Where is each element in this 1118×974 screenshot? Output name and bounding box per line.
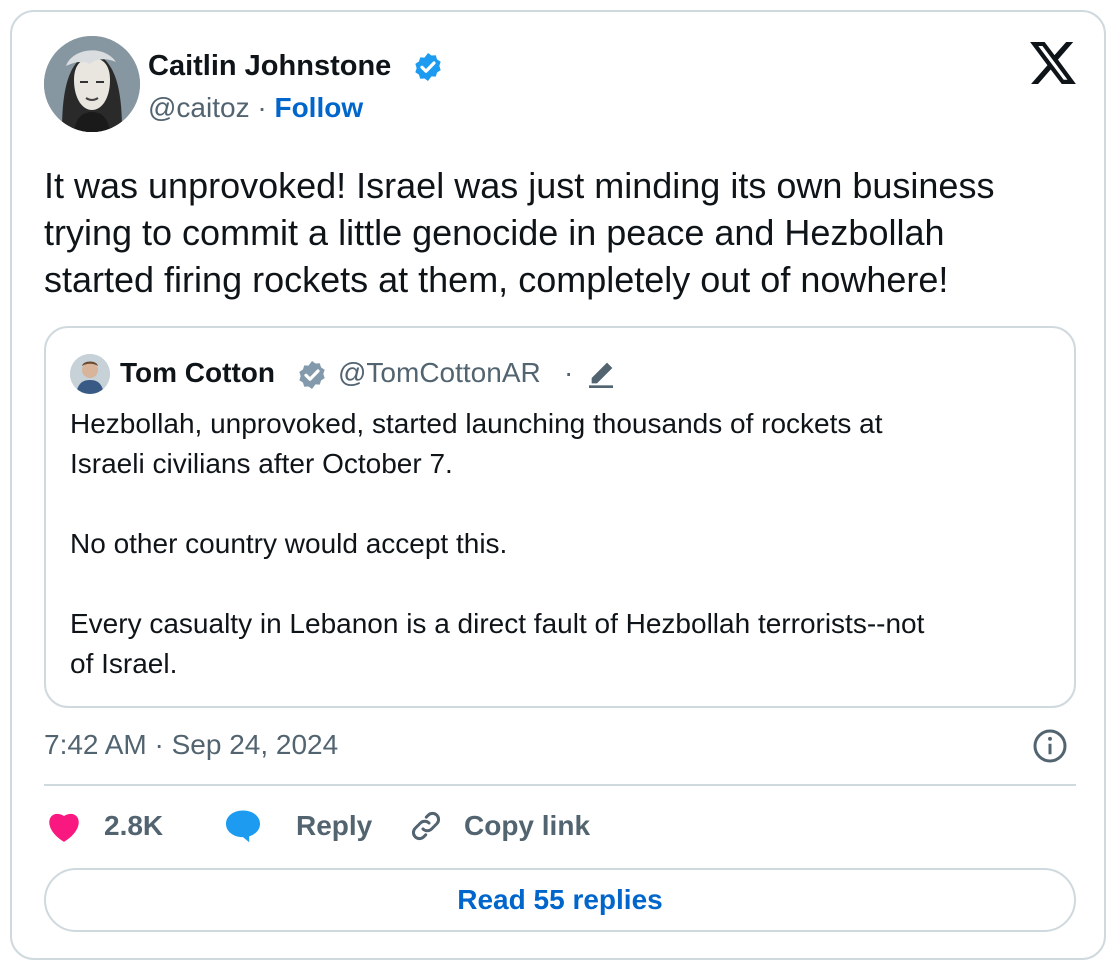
quoted-author-avatar[interactable] (70, 354, 110, 394)
copy-link-label: Copy link (464, 810, 591, 841)
info-icon[interactable] (1032, 728, 1068, 764)
follow-button[interactable]: Follow (274, 92, 363, 123)
quoted-author-name[interactable]: Tom Cotton (120, 354, 275, 392)
timestamp[interactable]: 7:42 AM · Sep 24, 2024 (44, 726, 338, 764)
handle-separator: · (249, 92, 275, 123)
quoted-separator: · (564, 357, 574, 388)
link-icon (412, 812, 440, 840)
copy-link-button[interactable]: Copy link (408, 806, 590, 846)
quoted-author-handle[interactable]: @TomCottonAR (338, 354, 541, 392)
like-count: 2.8K (104, 810, 164, 841)
like-button[interactable]: 2.8K (46, 806, 163, 846)
tweet-text: It was unprovoked! Israel was just mindi… (44, 165, 995, 300)
reply-button[interactable]: Reply (224, 806, 372, 846)
quoted-tweet[interactable]: Tom Cotton @TomCottonAR · Hezbollah, unp… (44, 326, 1076, 708)
tweet-card: Caitlin Johnstone @caitoz · Follow It wa… (10, 10, 1106, 960)
author-handle[interactable]: @caitoz (148, 92, 250, 123)
verified-badge-icon (415, 53, 441, 81)
reply-label: Reply (296, 810, 373, 841)
quoted-tweet-text: Hezbollah, unprovoked, started launching… (70, 408, 925, 679)
read-replies-button[interactable]: Read 55 replies (44, 868, 1076, 932)
x-logo-icon[interactable] (1030, 42, 1076, 84)
handle-row: @caitoz · Follow (148, 90, 363, 126)
edit-icon (589, 362, 613, 388)
author-name[interactable]: Caitlin Johnstone (148, 46, 391, 86)
reply-bubble-icon (226, 810, 260, 843)
author-avatar[interactable] (44, 36, 140, 132)
divider (44, 784, 1076, 786)
heart-icon (49, 813, 79, 842)
gray-verified-badge-icon (299, 361, 325, 389)
